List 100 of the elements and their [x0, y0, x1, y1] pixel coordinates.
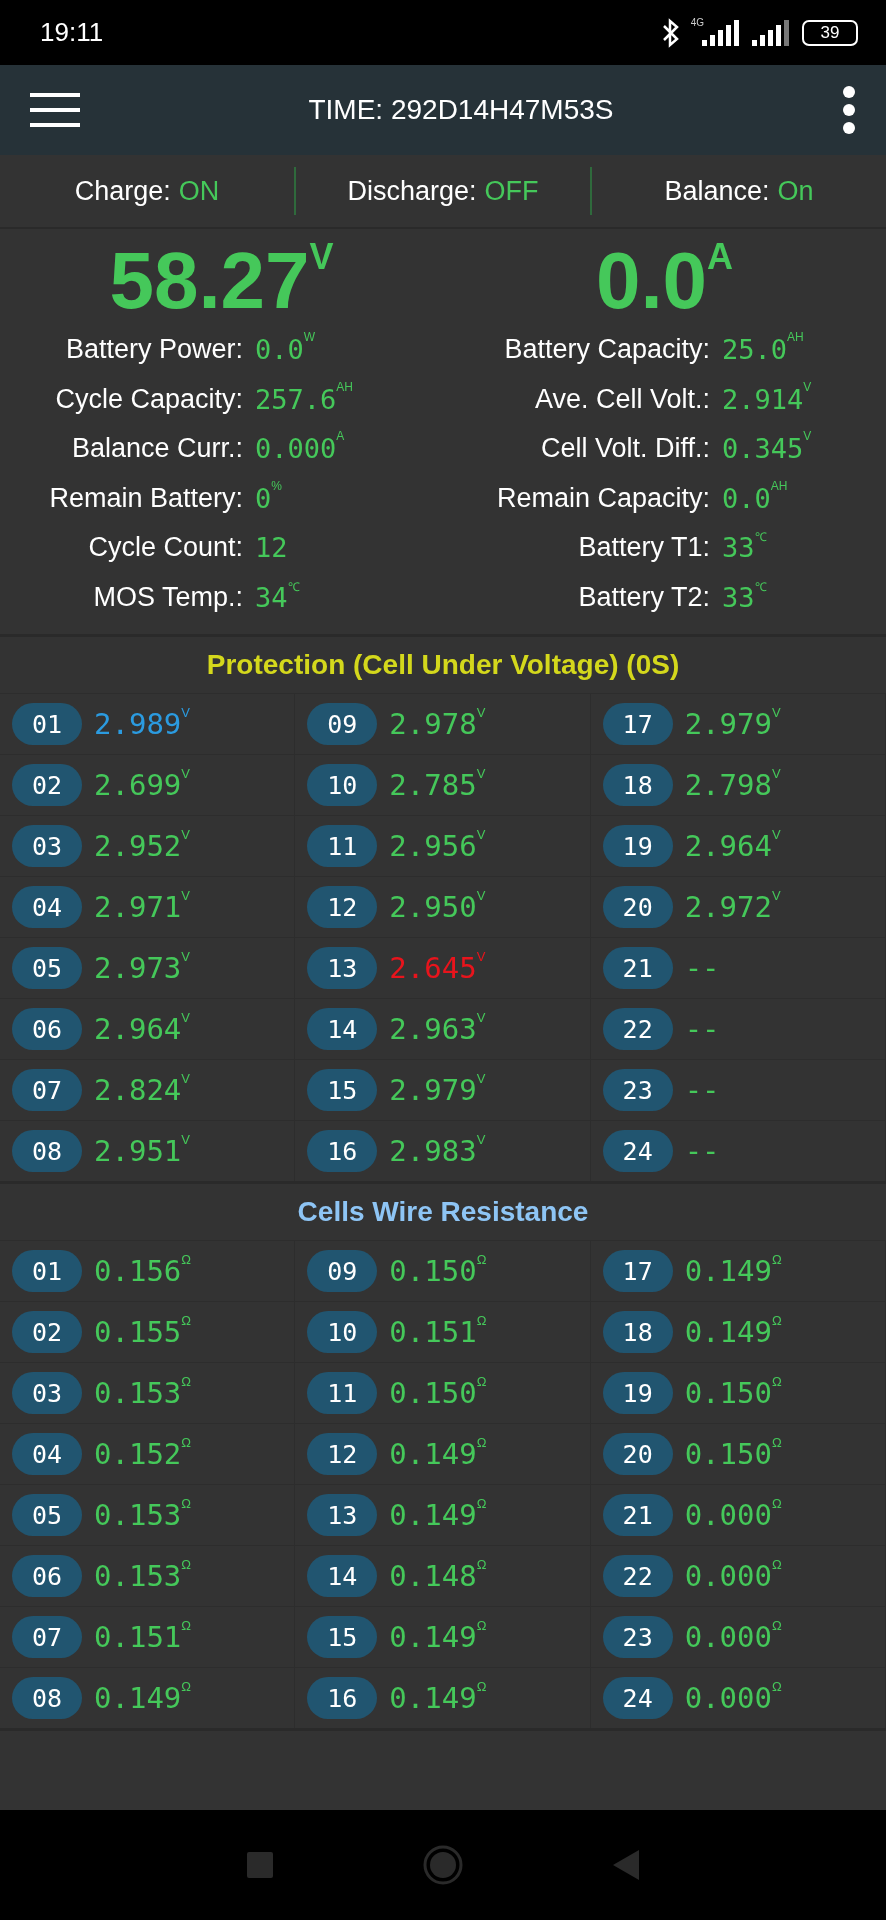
- cell-value: 2.979: [389, 1073, 477, 1107]
- unit-label: V: [181, 1071, 190, 1086]
- cell-number-badge: 07: [12, 1069, 82, 1111]
- unit-label: Ω: [181, 1313, 192, 1328]
- switch-status: On: [777, 175, 814, 207]
- cell-number-badge: 12: [307, 1433, 378, 1475]
- unit-label: Ω: [181, 1496, 192, 1511]
- stat-label: MOS Temp.:: [92, 581, 244, 613]
- cell-number-badge: 13: [307, 1494, 378, 1536]
- unit-label: V: [181, 705, 190, 720]
- cell-number-badge: 05: [12, 1494, 82, 1536]
- cell-value: 2.950: [389, 890, 477, 924]
- cell-number-badge: 15: [307, 1616, 378, 1658]
- home-icon: [423, 1845, 463, 1885]
- unit-label: V: [476, 827, 486, 842]
- stat-value: 0: [255, 482, 272, 514]
- unit-label: V: [803, 429, 812, 444]
- unit-label: V: [476, 705, 486, 720]
- cell-value: 2.973: [94, 951, 182, 985]
- unit-label: V: [476, 888, 486, 903]
- unit-label: V: [476, 1132, 486, 1147]
- cell-number-badge: 08: [12, 1677, 82, 1719]
- cell-value: 0.150: [684, 1437, 772, 1471]
- cell-value: 0.149: [389, 1620, 477, 1654]
- cell-number-badge: 04: [12, 1433, 82, 1475]
- cell-number-badge: 20: [602, 1433, 673, 1475]
- more-button[interactable]: [842, 85, 856, 135]
- stat-label: Battery T1:: [577, 532, 711, 564]
- cell-value: 2.964: [94, 1012, 182, 1046]
- cell-value: 2.699: [94, 768, 182, 802]
- cell-number-badge: 03: [12, 825, 82, 867]
- cell-value: 2.979: [684, 707, 772, 741]
- cell-number-badge: 23: [602, 1069, 673, 1111]
- back-button[interactable]: [613, 1850, 639, 1880]
- unit-label: AH: [336, 379, 353, 394]
- unit-label: Ω: [181, 1252, 192, 1267]
- cell-value: 0.148: [389, 1559, 477, 1593]
- cell-number-badge: 24: [602, 1677, 673, 1719]
- stat-value: 12: [255, 532, 288, 564]
- more-icon: [842, 85, 856, 135]
- unit-label: Ω: [771, 1252, 782, 1267]
- cell-number-badge: 10: [307, 1311, 378, 1353]
- unit-label: V: [476, 949, 486, 964]
- cell-number-badge: 17: [602, 1250, 673, 1292]
- cell-number-badge: 06: [12, 1008, 82, 1050]
- unit-label: ℃: [754, 529, 767, 546]
- cell-value: --: [684, 951, 720, 985]
- recents-button[interactable]: [247, 1852, 273, 1878]
- main-reading: 0.0: [595, 237, 708, 325]
- unit-label: Ω: [771, 1618, 782, 1633]
- unit-label: Ω: [476, 1557, 487, 1572]
- unit-label: Ω: [771, 1313, 782, 1328]
- unit-label: V: [771, 766, 781, 781]
- cell-number-badge: 21: [602, 1494, 673, 1536]
- unit-label: Ω: [771, 1679, 782, 1694]
- stat-label: Battery Power:: [64, 334, 244, 366]
- unit-label: ℃: [754, 578, 767, 595]
- home-button[interactable]: [423, 1845, 463, 1885]
- unit-label: V: [476, 1010, 486, 1025]
- unit-label: V: [476, 766, 486, 781]
- network-label: 4G: [690, 17, 704, 28]
- cell-value: 0.000: [684, 1681, 772, 1715]
- cell-value: 0.151: [389, 1315, 477, 1349]
- cell-number-badge: 22: [602, 1008, 673, 1050]
- unit-label: Ω: [181, 1618, 192, 1633]
- stat-value: 0.345: [722, 433, 804, 465]
- signal-icon: [752, 19, 792, 46]
- cell-number-badge: 09: [307, 1250, 378, 1292]
- cell-number-badge: 17: [602, 703, 673, 745]
- cell-value: 0.153: [94, 1376, 182, 1410]
- cell-value: 2.989: [94, 707, 182, 741]
- stat-value: 0.0: [722, 482, 771, 514]
- unit-label: Ω: [476, 1435, 487, 1450]
- back-icon: [613, 1850, 639, 1880]
- cell-number-badge: 05: [12, 947, 82, 989]
- stat-label: Balance Curr.:: [70, 433, 244, 465]
- section-title: Protection (Cell Under Voltage) (0S): [205, 648, 681, 682]
- stat-label: Battery T2:: [577, 581, 711, 613]
- stat-label: Remain Capacity:: [495, 482, 711, 514]
- switch-label: Charge:: [74, 175, 171, 207]
- stat-value: 33: [722, 581, 755, 613]
- unit-label: V: [181, 827, 190, 842]
- cell-value: 0.155: [94, 1315, 182, 1349]
- bluetooth-icon: [660, 17, 681, 48]
- unit-label: V: [181, 1132, 190, 1147]
- menu-button[interactable]: [30, 93, 80, 127]
- menu-icon: [30, 93, 80, 127]
- cell-number-badge: 14: [307, 1555, 378, 1597]
- switch-label: Balance:: [664, 175, 770, 207]
- cell-value: 0.149: [389, 1498, 477, 1532]
- cell-value: 0.149: [684, 1254, 772, 1288]
- stat-label: Cycle Count:: [87, 532, 244, 564]
- cell-value: 0.149: [389, 1437, 477, 1471]
- unit-label: Ω: [476, 1496, 487, 1511]
- cell-value: 2.964: [684, 829, 772, 863]
- cell-value: 0.150: [684, 1376, 772, 1410]
- cell-number-badge: 22: [602, 1555, 673, 1597]
- cell-number-badge: 03: [12, 1372, 82, 1414]
- unit-label: A: [336, 429, 345, 444]
- stat-label: Remain Battery:: [48, 482, 244, 514]
